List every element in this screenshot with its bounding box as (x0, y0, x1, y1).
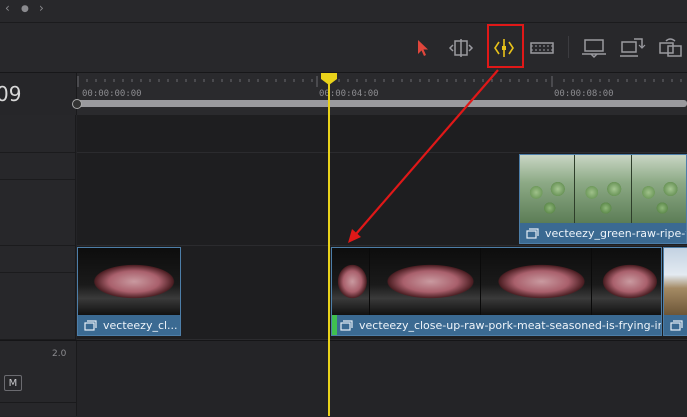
video-clip-icon (670, 319, 683, 331)
timecode-display[interactable]: 09 (0, 82, 21, 106)
track-divider (0, 402, 76, 403)
playhead-line[interactable] (328, 80, 330, 416)
track-header[interactable] (0, 115, 76, 153)
clip-thumbnail (78, 248, 180, 315)
clip-thumbnail (575, 155, 632, 223)
video-track-lane[interactable] (77, 115, 687, 153)
video-clip-icon (84, 319, 97, 331)
page-dot-icon: ● (21, 4, 29, 14)
next-page-icon[interactable]: › (39, 1, 44, 15)
video-clip[interactable]: vecteezy_cl... (77, 247, 181, 336)
video-clip[interactable]: vecteezy_close-up-raw-pork-meat-seasoned… (331, 247, 662, 336)
timeline-scroll-handle[interactable] (72, 99, 82, 109)
insert-clip-button[interactable] (580, 37, 608, 59)
trim-icon (448, 39, 474, 57)
clip-name: vecteezy_green-raw-ripe-wa (545, 226, 686, 240)
clip-label-bar: vecteezy_close-up-raw-pork-meat-seasoned… (332, 315, 661, 335)
replace-clip-button[interactable] (656, 37, 684, 59)
clip-thumbnail (332, 248, 370, 315)
track-header[interactable] (0, 273, 76, 340)
blade-icon (530, 42, 554, 54)
track-header[interactable] (0, 246, 76, 273)
trim-edit-mode-button[interactable] (447, 37, 475, 59)
ruler-label: 00:00:00:00 (82, 89, 142, 99)
selection-mode-button[interactable] (408, 37, 436, 59)
clip-thumbnails (332, 248, 661, 315)
clip-name: vecteezy_close-up-raw-pork-meat-seasoned… (359, 318, 661, 332)
clip-thumbnail (592, 248, 661, 315)
toolbar-divider (568, 36, 569, 58)
clip-name: vecteezy_cl... (103, 318, 178, 332)
overwrite-clip-button[interactable] (618, 37, 646, 59)
clip-label-bar: vecteezy_cl... (78, 315, 180, 335)
clip-thumbnails (520, 155, 686, 223)
clip-edit-marker (332, 315, 337, 335)
clip-label-bar: vecteezy_green-raw-ripe-wa (520, 223, 686, 243)
video-clip-icon (340, 319, 353, 331)
video-clip-icon (526, 227, 539, 239)
overwrite-clip-icon (620, 38, 646, 57)
clip-thumbnail (481, 248, 592, 315)
playhead-handle-icon[interactable] (321, 73, 337, 85)
track-header[interactable] (0, 180, 76, 246)
clip-thumbnails (664, 248, 687, 315)
replace-clip-icon (659, 38, 682, 57)
ruler-label: 00:00:08:00 (554, 89, 614, 99)
arrow-pointer-icon (418, 40, 428, 56)
top-strip (0, 0, 687, 23)
audio-gain-value: 2.0 (52, 349, 67, 359)
video-clip[interactable]: vecteezy_green-raw-ripe-wa (519, 154, 687, 244)
track-header[interactable] (0, 153, 76, 180)
audio-track-lane[interactable] (0, 340, 687, 417)
highlight-box (487, 24, 524, 68)
timeline-toolbar (0, 23, 687, 73)
mute-button[interactable]: M (4, 375, 22, 391)
timeline-scroll-track[interactable] (77, 100, 687, 107)
clip-thumbnail (664, 248, 687, 315)
blade-edit-mode-button[interactable] (528, 37, 556, 59)
clip-thumbnails (78, 248, 180, 315)
insert-clip-icon (582, 39, 606, 59)
clip-thumbnail (632, 155, 686, 223)
video-clip[interactable] (663, 247, 687, 336)
clip-thumbnail (370, 248, 481, 315)
previous-page-icon[interactable]: ‹ (5, 1, 10, 15)
clip-thumbnail (520, 155, 575, 223)
clip-label-bar (664, 315, 687, 335)
